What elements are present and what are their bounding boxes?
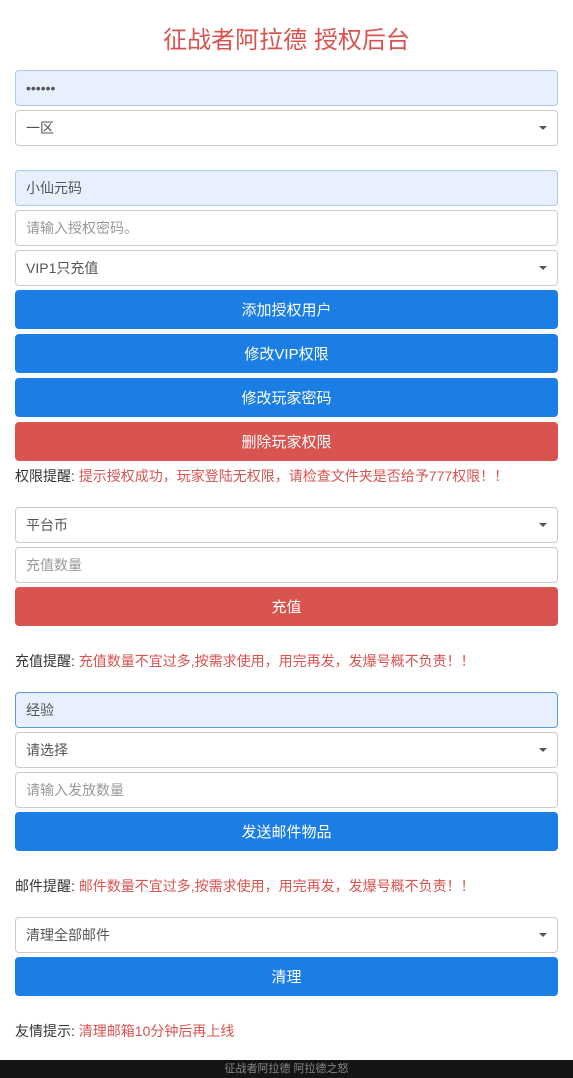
zone-select[interactable]: 一区 bbox=[15, 110, 558, 146]
modify-player-password-button[interactable]: 修改玩家密码 bbox=[15, 378, 558, 417]
cleanup-note-label: 友情提示: bbox=[15, 1023, 79, 1039]
auth-password-input[interactable] bbox=[15, 210, 558, 246]
mail-note: 邮件提醒: 邮件数量不宜过多,按需求使用，用完再发，发爆号概不负责！！ bbox=[15, 876, 558, 897]
cleanup-note-text: 清理邮箱10分钟后再上线 bbox=[79, 1023, 235, 1039]
mail-quantity-input[interactable] bbox=[15, 772, 558, 808]
currency-select[interactable]: 平台币 bbox=[15, 507, 558, 543]
recharge-section: 平台币 充值 充值提醒: 充值数量不宜过多,按需求使用，用完再发，发爆号概不负责… bbox=[15, 507, 558, 672]
recharge-button[interactable]: 充值 bbox=[15, 587, 558, 626]
mail-note-text: 邮件数量不宜过多,按需求使用，用完再发，发爆号概不负责！！ bbox=[79, 878, 475, 894]
mail-note-label: 邮件提醒: bbox=[15, 878, 79, 894]
recharge-note-text: 充值数量不宜过多,按需求使用，用完再发，发爆号概不负责！！ bbox=[79, 653, 475, 669]
permission-note: 权限提醒: 提示授权成功，玩家登陆无权限，请检查文件夹是否给予777权限！！ bbox=[15, 466, 558, 487]
send-mail-item-button[interactable]: 发送邮件物品 bbox=[15, 812, 558, 851]
cleanup-button[interactable]: 清理 bbox=[15, 957, 558, 996]
recharge-amount-input[interactable] bbox=[15, 547, 558, 583]
permission-note-text: 提示授权成功，玩家登陆无权限，请检查文件夹是否给予777权限！！ bbox=[79, 468, 508, 484]
auth-section: VIP1只充值 添加授权用户 修改VIP权限 修改玩家密码 删除玩家权限 权限提… bbox=[15, 170, 558, 487]
vip-select[interactable]: VIP1只充值 bbox=[15, 250, 558, 286]
recharge-note: 充值提醒: 充值数量不宜过多,按需求使用，用完再发，发爆号概不负责！！ bbox=[15, 651, 558, 672]
permission-note-label: 权限提醒: bbox=[15, 468, 79, 484]
code-input[interactable] bbox=[15, 170, 558, 206]
page-title: 征战者阿拉德 授权后台 bbox=[15, 20, 558, 55]
cleanup-section: 清理全部邮件 清理 友情提示: 清理邮箱10分钟后再上线 bbox=[15, 917, 558, 1042]
experience-input[interactable] bbox=[15, 692, 558, 728]
password-input[interactable] bbox=[15, 70, 558, 106]
recharge-note-label: 充值提醒: bbox=[15, 653, 79, 669]
delete-player-permission-button[interactable]: 删除玩家权限 bbox=[15, 422, 558, 461]
cleanup-select[interactable]: 清理全部邮件 bbox=[15, 917, 558, 953]
modify-vip-button[interactable]: 修改VIP权限 bbox=[15, 334, 558, 373]
footer: 征战者阿拉德 阿拉德之怒 bbox=[0, 1060, 573, 1078]
mail-item-select[interactable]: 请选择 bbox=[15, 732, 558, 768]
mail-section: 请选择 发送邮件物品 邮件提醒: 邮件数量不宜过多,按需求使用，用完再发，发爆号… bbox=[15, 692, 558, 897]
login-section: 一区 bbox=[15, 70, 558, 150]
cleanup-note: 友情提示: 清理邮箱10分钟后再上线 bbox=[15, 1021, 558, 1042]
add-auth-user-button[interactable]: 添加授权用户 bbox=[15, 290, 558, 329]
